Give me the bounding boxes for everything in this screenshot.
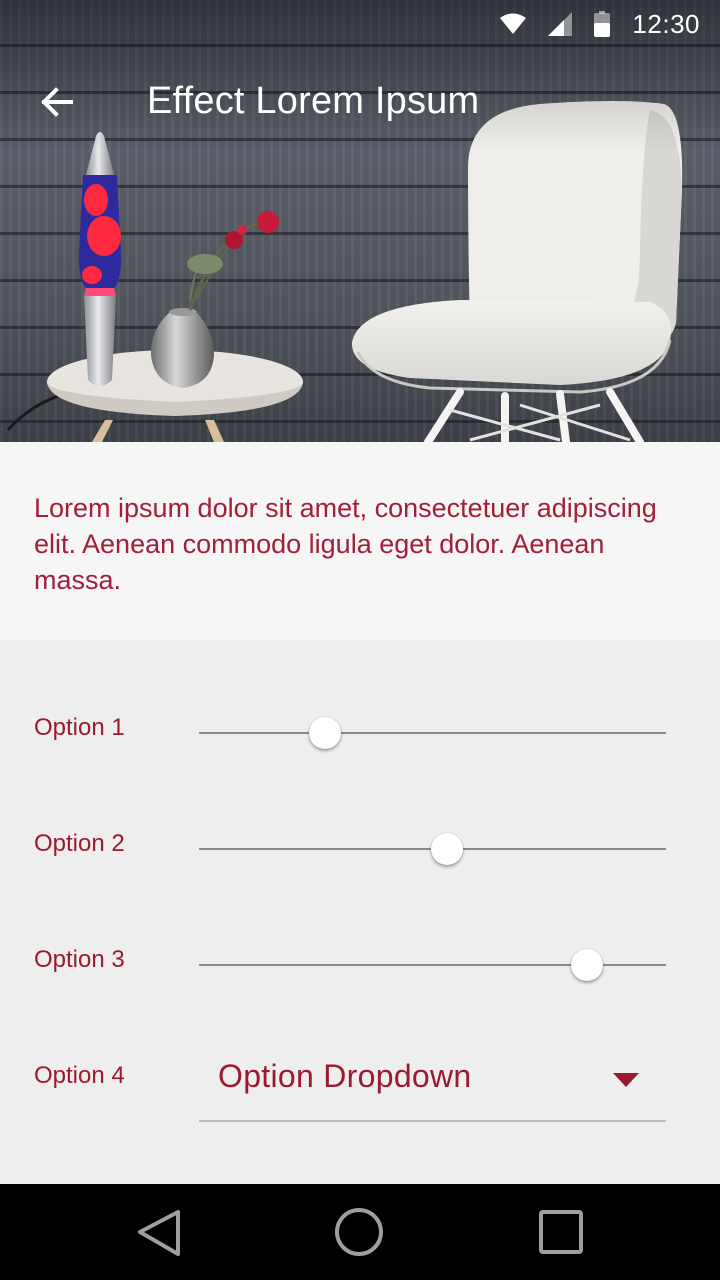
slider-thumb[interactable] <box>430 833 463 865</box>
slider-thumb[interactable] <box>570 949 603 981</box>
option-2-slider[interactable] <box>199 827 666 871</box>
description-card: Lorem ipsum dolor sit amet, consectetuer… <box>0 442 720 640</box>
signal-icon <box>548 12 573 36</box>
system-nav-bar <box>0 1184 720 1280</box>
back-triangle-icon <box>132 1210 188 1266</box>
dropdown-selected-value: Option Dropdown <box>218 1058 472 1094</box>
back-button[interactable] <box>24 76 88 132</box>
option-4-dropdown[interactable]: Option Dropdown <box>199 1044 666 1122</box>
page-title: Effect Lorem Ipsum <box>147 80 480 122</box>
home-circle-icon <box>331 1208 387 1266</box>
app-bar: Effect Lorem Ipsum <box>0 60 720 148</box>
option-1-slider[interactable] <box>199 711 666 755</box>
option-3-slider[interactable] <box>199 943 666 987</box>
nav-home-button[interactable] <box>331 1206 387 1262</box>
options-panel: Option 1 Option 2 Option 3 Option 4 Opti… <box>0 640 720 1184</box>
status-time: 12:30 <box>632 8 700 39</box>
option-4-label: Option 4 <box>34 1062 125 1089</box>
recents-square-icon <box>533 1210 589 1266</box>
option-2-label: Option 2 <box>34 830 125 857</box>
slider-thumb[interactable] <box>309 717 342 749</box>
description-text: Lorem ipsum dolor sit amet, consectetuer… <box>34 493 657 595</box>
nav-back-button[interactable] <box>132 1206 188 1262</box>
caret-down-icon <box>613 1073 639 1092</box>
option-1-label: Option 1 <box>34 714 125 741</box>
arrow-back-icon <box>39 85 73 124</box>
status-bar: 12:30 <box>0 0 720 48</box>
wifi-icon <box>500 13 527 35</box>
nav-recents-button[interactable] <box>533 1206 589 1262</box>
option-3-label: Option 3 <box>34 946 125 973</box>
slider-track <box>199 732 666 734</box>
battery-icon <box>594 11 611 37</box>
